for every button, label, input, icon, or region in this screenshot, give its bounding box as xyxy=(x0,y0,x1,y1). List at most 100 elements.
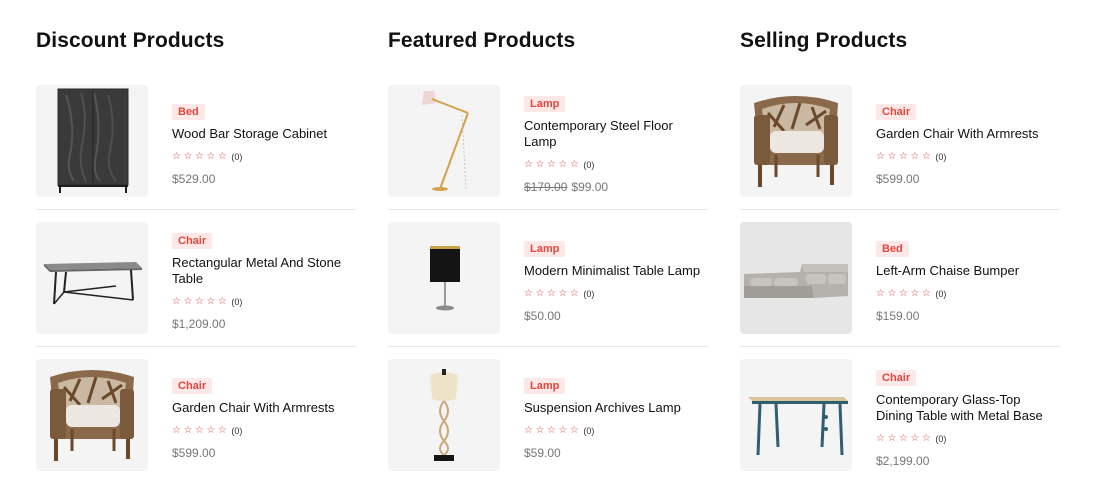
star-outline-icon: ☆ xyxy=(910,433,920,444)
product-name[interactable]: Modern Minimalist Table Lamp xyxy=(524,263,708,279)
rating-count: (0) xyxy=(583,289,595,299)
star-outline-icon: ☆ xyxy=(524,159,533,170)
current-price: $2,199.00 xyxy=(876,454,930,468)
star-outline-icon: ☆ xyxy=(535,159,545,170)
rating: ☆ ☆ ☆ ☆ ☆ (0) xyxy=(524,425,708,437)
product-card[interactable]: Bed Left-Arm Chaise Bumper ☆ ☆ ☆ ☆ ☆ (0) $15… xyxy=(740,222,1060,334)
product-price: $599.00 xyxy=(172,446,356,460)
product-price: $159.00 xyxy=(876,309,1060,323)
product-price: $2,199.00 xyxy=(876,454,1060,468)
product-image[interactable] xyxy=(388,359,500,471)
rating: ☆ ☆ ☆ ☆ ☆ (0) xyxy=(876,288,1060,300)
star-outline-icon: ☆ xyxy=(172,425,181,436)
rating: ☆ ☆ ☆ ☆ ☆ (0) xyxy=(172,425,356,437)
table-image xyxy=(44,262,142,305)
star-outline-icon: ☆ xyxy=(172,151,181,162)
sofa-image xyxy=(744,264,848,298)
category-badge[interactable]: Chair xyxy=(876,104,917,120)
product-price: $59.00 xyxy=(524,446,708,460)
dining-table-image xyxy=(748,397,848,456)
divider xyxy=(36,209,356,210)
current-price: $599.00 xyxy=(172,446,216,460)
divider xyxy=(388,346,708,347)
star-outline-icon: ☆ xyxy=(217,425,227,436)
product-name[interactable]: Rectangular Metal And Stone Table xyxy=(172,255,356,287)
rating-count: (0) xyxy=(935,434,947,444)
star-outline-icon: ☆ xyxy=(194,296,204,307)
product-image[interactable] xyxy=(36,85,148,197)
category-badge[interactable]: Lamp xyxy=(524,241,566,257)
product-card[interactable]: Lamp Suspension Archives Lamp ☆ ☆ ☆ ☆ ☆ (0) … xyxy=(388,359,708,471)
star-outline-icon: ☆ xyxy=(546,288,556,299)
product-name[interactable]: Garden Chair With Armrests xyxy=(876,126,1060,142)
table-lamp-image xyxy=(430,246,460,311)
star-outline-icon: ☆ xyxy=(558,288,568,299)
product-image[interactable] xyxy=(36,222,148,334)
star-outline-icon: ☆ xyxy=(569,425,579,436)
product-image[interactable] xyxy=(388,222,500,334)
product-image[interactable] xyxy=(740,359,852,471)
star-outline-icon: ☆ xyxy=(524,288,533,299)
product-image[interactable] xyxy=(36,359,148,471)
star-outline-icon: ☆ xyxy=(194,425,204,436)
product-card[interactable]: Lamp Modern Minimalist Table Lamp ☆ ☆ ☆ ☆ ☆ … xyxy=(388,222,708,334)
category-badge[interactable]: Lamp xyxy=(524,378,566,394)
product-card[interactable]: Chair Rectangular Metal And Stone Table … xyxy=(36,222,356,334)
star-outline-icon: ☆ xyxy=(910,288,920,299)
star-outline-icon: ☆ xyxy=(206,425,216,436)
product-name[interactable]: Wood Bar Storage Cabinet xyxy=(172,126,356,142)
star-outline-icon: ☆ xyxy=(887,433,897,444)
star-outline-icon: ☆ xyxy=(887,151,897,162)
product-card[interactable]: Chair Garden Chair With Armrests ☆ ☆ ☆ ☆ ☆ (… xyxy=(740,85,1060,197)
product-card[interactable]: Chair Contemporary Glass-Top Dining Tabl… xyxy=(740,359,1060,471)
rating-count: (0) xyxy=(583,426,595,436)
product-name[interactable]: Suspension Archives Lamp xyxy=(524,400,708,416)
product-card[interactable]: Chair Garden Chair With Armrests ☆ ☆ ☆ ☆ ☆ (… xyxy=(36,359,356,471)
current-price: $529.00 xyxy=(172,172,216,186)
product-price: $599.00 xyxy=(876,172,1060,186)
product-price: $50.00 xyxy=(524,309,708,323)
product-name[interactable]: Garden Chair With Armrests xyxy=(172,400,356,416)
product-card[interactable]: Lamp Contemporary Steel Floor Lamp ☆ ☆ ☆ ☆ ☆… xyxy=(388,85,708,197)
rating-count: (0) xyxy=(935,289,947,299)
category-badge[interactable]: Bed xyxy=(876,241,909,257)
product-image[interactable] xyxy=(740,222,852,334)
product-card[interactable]: Bed Wood Bar Storage Cabinet ☆ ☆ ☆ ☆ ☆ (0) $… xyxy=(36,85,356,197)
product-image[interactable] xyxy=(388,85,500,197)
product-name[interactable]: Contemporary Glass-Top Dining Table with… xyxy=(876,392,1060,424)
rating: ☆ ☆ ☆ ☆ ☆ (0) xyxy=(876,151,1060,163)
product-image[interactable] xyxy=(740,85,852,197)
star-outline-icon: ☆ xyxy=(217,296,227,307)
category-badge[interactable]: Chair xyxy=(172,378,213,394)
category-badge[interactable]: Bed xyxy=(172,104,205,120)
star-outline-icon: ☆ xyxy=(569,288,579,299)
star-outline-icon: ☆ xyxy=(569,159,579,170)
rating: ☆ ☆ ☆ ☆ ☆ (0) xyxy=(172,151,356,163)
star-outline-icon: ☆ xyxy=(217,151,227,162)
floor-lamp-image xyxy=(422,91,469,191)
current-price: $159.00 xyxy=(876,309,920,323)
star-outline-icon: ☆ xyxy=(183,151,193,162)
star-outline-icon: ☆ xyxy=(194,151,204,162)
armchair-image xyxy=(50,370,134,461)
category-badge[interactable]: Lamp xyxy=(524,96,566,112)
rating-count: (0) xyxy=(231,297,243,307)
star-outline-icon: ☆ xyxy=(206,296,216,307)
star-outline-icon: ☆ xyxy=(546,159,556,170)
pendant-lamp-image xyxy=(430,369,458,461)
armchair-image xyxy=(754,96,838,187)
category-badge[interactable]: Chair xyxy=(876,370,917,386)
rating-count: (0) xyxy=(231,426,243,436)
current-price: $99.00 xyxy=(571,180,609,194)
current-price: $599.00 xyxy=(876,172,920,186)
product-name[interactable]: Contemporary Steel Floor Lamp xyxy=(524,118,708,150)
rating: ☆ ☆ ☆ ☆ ☆ (0) xyxy=(524,159,708,171)
product-name[interactable]: Left-Arm Chaise Bumper xyxy=(876,263,1060,279)
star-outline-icon: ☆ xyxy=(558,425,568,436)
rating: ☆ ☆ ☆ ☆ ☆ (0) xyxy=(172,296,356,308)
divider xyxy=(740,209,1060,210)
rating: ☆ ☆ ☆ ☆ ☆ (0) xyxy=(524,288,708,300)
star-outline-icon: ☆ xyxy=(535,288,545,299)
section-title: Featured Products xyxy=(388,29,576,52)
category-badge[interactable]: Chair xyxy=(172,233,213,249)
